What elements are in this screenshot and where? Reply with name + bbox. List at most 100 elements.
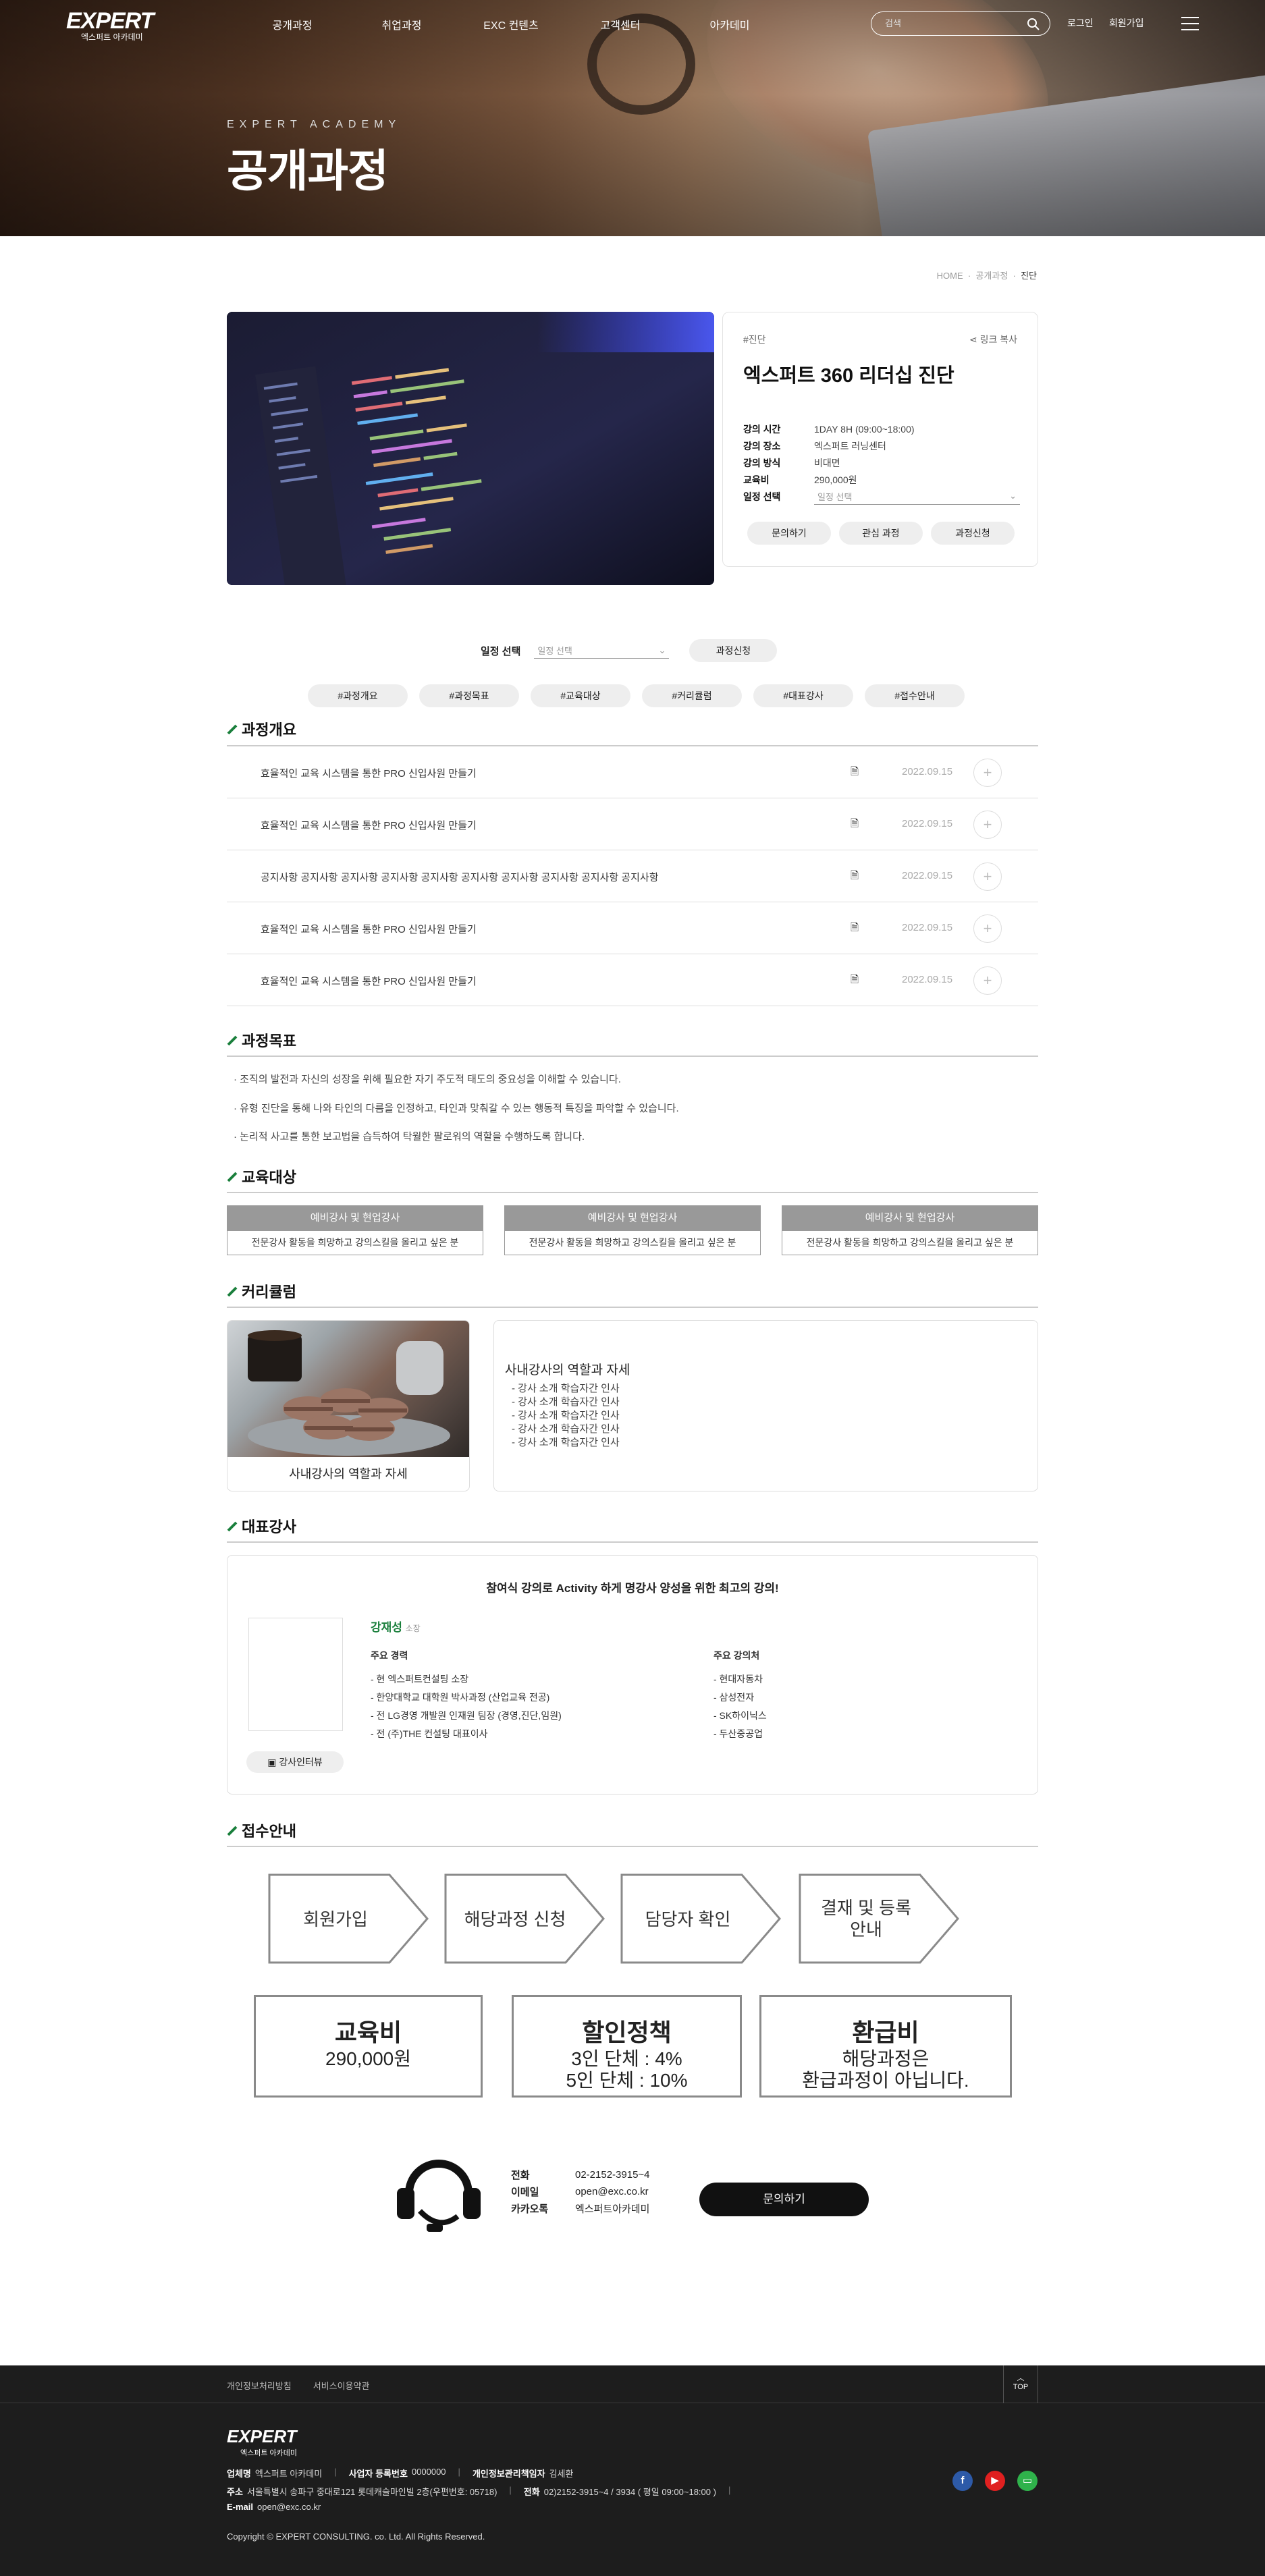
site-logo[interactable]: EXPERT 엑스퍼트 아카데미 — [66, 9, 164, 42]
file-icon[interactable]: 🗎 — [851, 972, 859, 989]
lecturer-section-title: 대표강사 — [227, 1515, 296, 1537]
file-icon[interactable]: 🗎 — [851, 921, 859, 937]
apply-button-2[interactable]: 과정신청 — [689, 639, 778, 662]
file-icon[interactable]: 🗎 — [851, 869, 859, 885]
page-title: 공개과정 — [227, 146, 389, 196]
target-section-title: 교육대상 — [227, 1166, 296, 1187]
youtube-icon[interactable]: ▶ — [985, 2471, 1005, 2491]
chat-icon[interactable]: ▭ — [1017, 2471, 1038, 2491]
goal-item: · 논리적 사고를 통한 보고법을 습득하여 탁월한 팔로워의 역할을 수행하도… — [234, 1131, 585, 1143]
course-title: 엑스퍼트 360 리더십 진단 — [743, 365, 954, 387]
phone-number: 02-2152-3915~4 — [575, 2169, 650, 2181]
search-input[interactable] — [871, 12, 1006, 34]
join-link[interactable]: 회원가입 — [1109, 16, 1144, 30]
pen-icon — [227, 724, 238, 735]
search-icon[interactable] — [1027, 18, 1040, 31]
facebook-icon[interactable]: f — [952, 2471, 973, 2491]
step-4-line-1: 결재 및 등록 — [821, 1898, 911, 1918]
fee-box: 교육비 290,000원 — [254, 1995, 483, 2098]
login-link[interactable]: 로그인 — [1067, 16, 1094, 30]
goal-item: · 유형 진단을 통해 나와 타인의 다름을 인정하고, 타인과 맞춰갈 수 있… — [234, 1103, 679, 1114]
contact-info: 전화 02-2152-3915~4 이메일 open@exc.co.kr 카카오톡 엑… — [511, 2169, 650, 2215]
footer: 개인정보처리방침 서비스이용약관 ︿ TOP EXPERT 엑스퍼트 아카데미 업… — [0, 2365, 1265, 2576]
contact-inquiry-button[interactable]: 문의하기 — [699, 2183, 869, 2216]
lecturer-name: 강재성 소장 — [371, 1621, 421, 1634]
interview-button[interactable]: ▣ 강사인터뷰 — [246, 1751, 344, 1773]
main-nav: 공개과정 취업과정 EXC 컨텐츠 고객센터 아카데미 — [238, 16, 784, 32]
curriculum-caption: 사내강사의 역할과 자세 — [289, 1467, 408, 1481]
goals-section-title: 과정목표 — [227, 1029, 296, 1051]
curriculum-card[interactable]: 사내강사의 역할과 자세 — [227, 1320, 470, 1491]
nav-item-academy[interactable]: 아카데미 — [675, 16, 784, 32]
tab-target[interactable]: #교육대상 — [531, 684, 630, 707]
curriculum-heading: 사내강사의 역할과 자세 — [505, 1363, 630, 1377]
kakaotalk-id: 엑스퍼트아카데미 — [575, 2203, 650, 2215]
plus-icon[interactable]: + — [973, 862, 1002, 891]
course-info-card: #진단 ⋖ 링크 복사 엑스퍼트 360 리더십 진단 강의 시간 1DAY 8H… — [722, 312, 1038, 567]
breadcrumb: HOME · 공개과정 · 진단 — [936, 271, 1037, 281]
pen-icon — [227, 1826, 238, 1836]
clients-list: 주요 강의처 - 현대자동차 - 삼성전자 - SK하이닉스 - 두산중공업 — [714, 1650, 767, 1739]
privacy-policy-link[interactable]: 개인정보처리방침 — [227, 2379, 292, 2392]
section-tabs: #과정개요 #과정목표 #교육대상 #커리큘럼 #대표강사 #접수안내 — [308, 684, 965, 707]
svg-text:담당자 확인: 담당자 확인 — [645, 1909, 731, 1929]
list-item[interactable]: 효율적인 교육 시스템을 통한 PRO 신입사원 만들기 🗎 2022.09.15 + — [227, 954, 1038, 1006]
terms-link[interactable]: 서비스이용약관 — [313, 2379, 370, 2392]
video-icon: ▣ — [267, 1757, 279, 1767]
inquiry-button[interactable]: 문의하기 — [747, 522, 831, 545]
apply-button[interactable]: 과정신청 — [931, 522, 1015, 545]
tab-overview[interactable]: #과정개요 — [308, 684, 408, 707]
course-tag: #진단 — [743, 334, 766, 345]
plus-icon[interactable]: + — [973, 966, 1002, 995]
breadcrumb-current: 진단 — [1021, 271, 1037, 281]
tab-lecturer[interactable]: #대표강사 — [753, 684, 853, 707]
tab-reception[interactable]: #접수안내 — [865, 684, 965, 707]
chevron-down-icon: ⌄ — [658, 645, 666, 655]
search-box — [871, 11, 1050, 36]
target-card: 예비강사 및 현업강사 전문강사 활동을 희망하고 강의스킬을 올리고 싶은 분 — [504, 1205, 761, 1255]
breadcrumb-category[interactable]: 공개과정 — [975, 271, 1008, 281]
list-item[interactable]: 효율적인 교육 시스템을 통한 PRO 신입사원 만들기 🗎 2022.09.15 + — [227, 902, 1038, 954]
list-item[interactable]: 효율적인 교육 시스템을 통한 PRO 신입사원 만들기 🗎 2022.09.15 + — [227, 798, 1038, 850]
goal-item: · 조직의 발전과 자신의 성장을 위해 필요한 자기 주도적 태도의 중요성을… — [234, 1074, 621, 1085]
tab-curriculum[interactable]: #커리큘럼 — [642, 684, 742, 707]
hero-subtitle: EXPERT ACADEMY — [227, 119, 402, 130]
menu-icon[interactable] — [1181, 17, 1199, 35]
schedule-select[interactable]: 일정 선택 ⌄ — [814, 489, 1020, 505]
company-info-line-2: 주소 서울특별시 송파구 중대로121 롯데캐슬마인빌 2층(우편번호: 0571… — [227, 2485, 731, 2497]
chevron-down-icon: ⌄ — [1009, 491, 1017, 501]
plus-icon[interactable]: + — [973, 811, 1002, 839]
email-address[interactable]: open@exc.co.kr — [575, 2186, 649, 2197]
scroll-top-button[interactable]: ︿ TOP — [1003, 2365, 1038, 2403]
course-info-list: 강의 시간 1DAY 8H (09:00~18:00) 강의 장소 엑스퍼트 러닝센… — [743, 420, 1020, 505]
plus-icon[interactable]: + — [973, 759, 1002, 787]
pen-icon — [227, 1035, 238, 1046]
career-list: 주요 경력 - 현 엑스퍼트컨설팅 소장 - 한양대학교 대학원 박사과정 (산… — [371, 1650, 562, 1739]
nav-item-open-course[interactable]: 공개과정 — [238, 16, 347, 32]
step-arrow: 회원가입 — [268, 1873, 429, 1964]
schedule-bar: 일정 선택 일정 선택 ⌄ 과정신청 — [481, 639, 778, 662]
nav-item-support[interactable]: 고객센터 — [566, 16, 675, 32]
file-icon[interactable]: 🗎 — [851, 817, 859, 833]
company-info-line-1: 업체명 엑스퍼트 아카데미 | 사업자 등록번호 0000000 | 개인정보관리책임자… — [227, 2467, 574, 2479]
copyright: Copyright © EXPERT CONSULTING. co. Ltd. … — [227, 2531, 485, 2542]
list-item[interactable]: 효율적인 교육 시스템을 통한 PRO 신입사원 만들기 🗎 2022.09.15 + — [227, 746, 1038, 798]
reception-section-title: 접수안내 — [227, 1819, 296, 1841]
curriculum-section-title: 커리큘럼 — [227, 1280, 296, 1302]
file-icon[interactable]: 🗎 — [851, 765, 859, 782]
wishlist-button[interactable]: 관심 과정 — [839, 522, 923, 545]
plus-icon[interactable]: + — [973, 914, 1002, 943]
footer-logo: EXPERT 엑스퍼트 아카데미 — [227, 2426, 298, 2457]
step-arrow: 해당과정 신청 — [444, 1873, 605, 1964]
svg-text:회원가입: 회원가입 — [303, 1909, 368, 1929]
breadcrumb-home[interactable]: HOME — [937, 271, 963, 281]
share-link-button[interactable]: ⋖ 링크 복사 — [969, 333, 1017, 346]
nav-item-job-course[interactable]: 취업과정 — [347, 16, 456, 32]
schedule-select-2[interactable]: 일정 선택 ⌄ — [534, 642, 670, 659]
nav-item-exc-content[interactable]: EXC 컨텐츠 — [456, 16, 566, 32]
lecturer-headline: 참여식 강의로 Activity 하게 명강사 양성을 위한 최고의 강의! — [486, 1582, 779, 1595]
headset-icon — [397, 2160, 481, 2232]
tab-goals[interactable]: #과정목표 — [419, 684, 519, 707]
list-item[interactable]: 공지사항 공지사항 공지사항 공지사항 공지사항 공지사항 공지사항 공지사항 … — [227, 850, 1038, 902]
target-card: 예비강사 및 현업강사 전문강사 활동을 희망하고 강의스킬을 올리고 싶은 분 — [227, 1205, 483, 1255]
